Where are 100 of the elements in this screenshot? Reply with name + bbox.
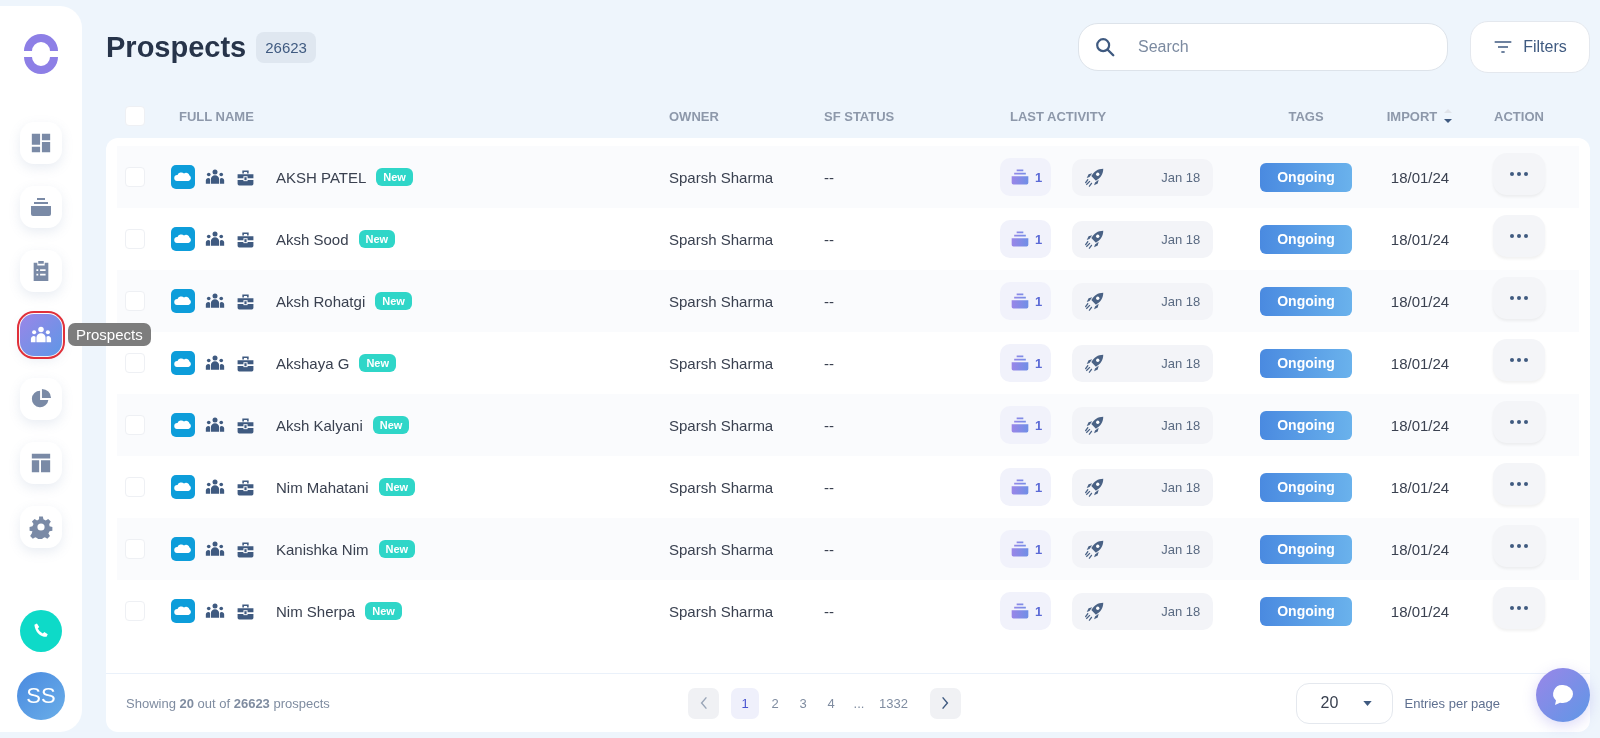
status-tag: Ongoing: [1260, 534, 1352, 564]
activity-chip[interactable]: Jan 18: [1072, 158, 1214, 196]
nav-item[interactable]: [20, 122, 62, 164]
settings-icon: [29, 515, 53, 539]
more-icon: [1510, 544, 1528, 548]
column-header[interactable]: SF STATUS: [824, 108, 895, 124]
sequence-chip[interactable]: 1: [1000, 530, 1052, 568]
phone-button[interactable]: [20, 610, 62, 652]
page-button[interactable]: 2: [763, 687, 787, 719]
page-button[interactable]: 1332: [875, 687, 912, 719]
activity-chip[interactable]: Jan 18: [1072, 468, 1214, 506]
import-date: 18/01/24: [1389, 602, 1451, 620]
nav-item[interactable]: [20, 314, 62, 356]
sequence-chip[interactable]: 1: [1000, 158, 1052, 196]
status-tag: Ongoing: [1260, 472, 1352, 502]
table-row[interactable]: Kanishka Nim New Sparsh Sharma -- 1 Jan 18 Ongoing 18/01/24: [117, 518, 1579, 580]
activity-chip[interactable]: Jan 18: [1072, 406, 1214, 444]
cloud-icon: [171, 289, 195, 313]
prospect-name[interactable]: Kanishka Nim: [276, 540, 369, 558]
prospect-count: 26623: [256, 31, 316, 63]
cloud-icon: [171, 351, 195, 375]
column-header[interactable]: FULL NAME: [179, 108, 254, 124]
people-icon: [205, 477, 225, 497]
cloud-icon: [171, 537, 195, 561]
briefcase-icon: [236, 539, 255, 559]
caret-icon: [1362, 700, 1372, 706]
prospect-name[interactable]: AKSH PATEL: [276, 168, 367, 186]
table-row[interactable]: Aksh Rohatgi New Sparsh Sharma -- 1 Jan 18 Ongoing 18/01/24: [117, 270, 1579, 332]
activity-chip[interactable]: Jan 18: [1072, 220, 1214, 258]
column-header[interactable]: ACTION: [1494, 108, 1544, 124]
briefcase-icon: [236, 477, 255, 497]
search-field[interactable]: Search: [1078, 23, 1448, 71]
prospect-name[interactable]: Nim Sherpa: [276, 602, 356, 620]
import-date: 18/01/24: [1389, 230, 1451, 248]
more-button[interactable]: [1493, 401, 1545, 443]
stack-icon: [1010, 353, 1030, 373]
more-button[interactable]: [1493, 463, 1545, 505]
logo-icon: [21, 34, 61, 74]
more-icon: [1510, 234, 1528, 238]
column-header[interactable]: TAGS: [1288, 108, 1324, 124]
filters-button[interactable]: Filters: [1470, 21, 1590, 73]
page-title: Prospects: [106, 30, 247, 64]
nav-item[interactable]: [20, 442, 62, 484]
nav-item[interactable]: [20, 506, 62, 548]
activity-chip[interactable]: Jan 18: [1072, 530, 1214, 568]
nav-item[interactable]: [20, 186, 62, 228]
briefcase-icon: [236, 353, 255, 373]
layout-icon: [30, 452, 52, 474]
more-button[interactable]: [1493, 215, 1545, 257]
page-size-select[interactable]: 20: [1295, 682, 1393, 724]
sequence-chip[interactable]: 1: [1000, 406, 1052, 444]
column-header[interactable]: LAST ACTIVITY: [1010, 108, 1107, 124]
more-button[interactable]: [1493, 339, 1545, 381]
nav-item[interactable]: [20, 250, 62, 292]
table-row[interactable]: Aksh Sood New Sparsh Sharma -- 1 Jan 18 Ongoing 18/01/24: [117, 208, 1579, 270]
results-summary: Showing 20 out of 26623 prospects: [126, 695, 331, 711]
sequence-chip[interactable]: 1: [1000, 220, 1052, 258]
page-button[interactable]: 1: [731, 687, 759, 719]
new-badge: New: [378, 540, 416, 558]
more-button[interactable]: [1493, 587, 1545, 629]
cloud-icon: [171, 599, 195, 623]
page-button[interactable]: 4: [819, 687, 843, 719]
nav-item[interactable]: [20, 378, 62, 420]
sequence-chip[interactable]: 1: [1000, 468, 1052, 506]
previous-page-button[interactable]: [688, 687, 719, 719]
more-button[interactable]: [1493, 525, 1545, 567]
pie-chart-icon: [30, 388, 52, 410]
new-badge: New: [358, 230, 396, 248]
stack-icon: [1010, 415, 1030, 435]
user-avatar[interactable]: SS: [17, 672, 65, 720]
table-row[interactable]: AKSH PATEL New Sparsh Sharma -- 1 Jan 18 Ongoing 18/01/24: [117, 146, 1579, 208]
prospect-name[interactable]: Akshaya G: [276, 354, 350, 372]
owner-name: Sparsh Sharma: [669, 354, 775, 372]
sequence-chip[interactable]: 1: [1000, 344, 1052, 382]
table-row[interactable]: Aksh Kalyani New Sparsh Sharma -- 1 Jan 18 Ongoing 18/01/24: [117, 394, 1579, 456]
activity-chip[interactable]: Jan 18: [1072, 344, 1214, 382]
sequence-chip[interactable]: 1: [1000, 592, 1052, 630]
table-row[interactable]: Nim Sherpa New Sparsh Sharma -- 1 Jan 18 Ongoing 18/01/24: [117, 580, 1579, 642]
owner-name: Sparsh Sharma: [669, 416, 775, 434]
page-button[interactable]: 3: [791, 687, 815, 719]
prospect-name[interactable]: Aksh Rohatgi: [276, 292, 366, 310]
prospect-name[interactable]: Aksh Sood: [276, 230, 349, 248]
prospect-name[interactable]: Aksh Kalyani: [276, 416, 363, 434]
column-header[interactable]: OWNER: [669, 108, 719, 124]
more-button[interactable]: [1493, 277, 1545, 319]
owner-name: Sparsh Sharma: [669, 602, 775, 620]
page-button[interactable]: ...: [847, 687, 871, 719]
new-badge: New: [359, 354, 396, 372]
prospect-name[interactable]: Nim Mahatani: [276, 478, 369, 496]
activity-chip[interactable]: Jan 18: [1072, 592, 1214, 630]
activity-chip[interactable]: Jan 18: [1072, 282, 1214, 320]
more-icon: [1510, 482, 1528, 486]
table-row[interactable]: Nim Mahatani New Sparsh Sharma -- 1 Jan 18 Ongoing 18/01/24: [117, 456, 1579, 518]
owner-name: Sparsh Sharma: [669, 478, 775, 496]
more-button[interactable]: [1493, 153, 1545, 195]
sequence-chip[interactable]: 1: [1000, 282, 1052, 320]
column-header[interactable]: IMPORT: [1386, 108, 1438, 124]
next-page-button[interactable]: [929, 687, 961, 719]
sf-status: --: [824, 478, 835, 496]
people-icon: [205, 167, 225, 187]
